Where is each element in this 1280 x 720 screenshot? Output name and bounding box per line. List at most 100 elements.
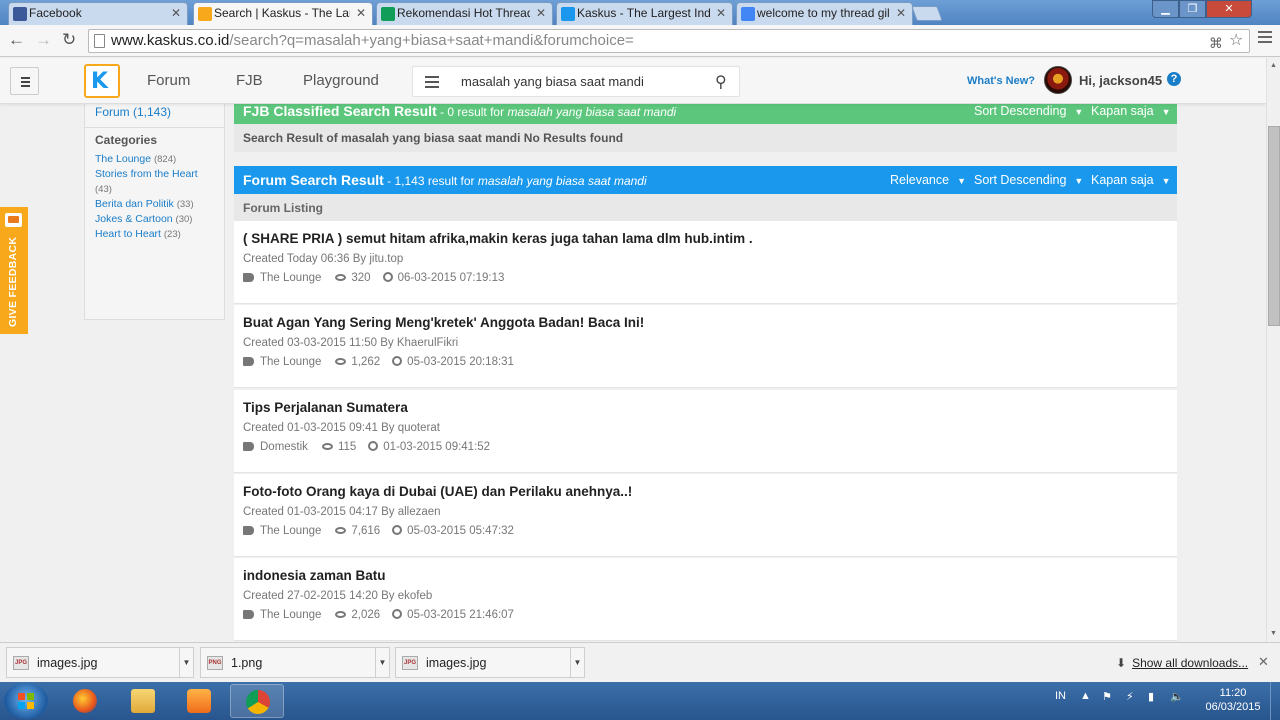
- thread-category[interactable]: Domestik: [260, 441, 308, 453]
- nav-playground[interactable]: Playground: [303, 72, 379, 89]
- chrome-taskbar-button[interactable]: [230, 684, 284, 718]
- usb-icon[interactable]: ⚡: [1126, 690, 1134, 703]
- category-name[interactable]: Berita dan Politik: [95, 198, 174, 210]
- thread-title-link[interactable]: indonesia zaman Batu: [243, 568, 386, 583]
- close-tab-icon[interactable]: ✕: [356, 6, 366, 20]
- search-input[interactable]: masalah yang biasa saat mandi ⚲: [412, 66, 740, 97]
- download-item[interactable]: JPG images.jpg ▼: [395, 647, 585, 678]
- bookmark-star-icon[interactable]: ☆: [1229, 30, 1243, 52]
- forum-time-dropdown[interactable]: Kapan saja ▼: [1091, 173, 1170, 187]
- category-item[interactable]: Heart to Heart (23): [95, 227, 220, 242]
- thread-views: 1,262: [351, 356, 381, 368]
- thread-title-link[interactable]: Tips Perjalanan Sumatera: [243, 400, 408, 415]
- web-page: K Forum FJB Playground masalah yang bias…: [0, 58, 1266, 642]
- forum-count-link[interactable]: Forum (1,143): [95, 105, 171, 119]
- show-desktop-button[interactable]: [1270, 682, 1280, 720]
- category-name[interactable]: Jokes & Cartoon: [95, 213, 173, 225]
- back-arrow-icon[interactable]: ←: [8, 30, 25, 50]
- thread-category[interactable]: The Lounge: [260, 525, 321, 537]
- thread-category[interactable]: The Lounge: [260, 609, 321, 621]
- category-count: (33): [176, 199, 194, 210]
- close-tab-icon[interactable]: ✕: [896, 6, 906, 20]
- language-indicator[interactable]: IN: [1055, 690, 1066, 702]
- search-icon[interactable]: ⚲: [715, 72, 727, 92]
- scroll-thumb[interactable]: [1268, 126, 1280, 326]
- caret-down-icon: ▼: [1074, 176, 1084, 186]
- fjb-sub-query: masalah yang biasa saat mandi: [507, 105, 677, 119]
- give-feedback-tab[interactable]: GIVE FEEDBACK: [0, 207, 28, 334]
- minimize-button[interactable]: ▁: [1152, 0, 1179, 18]
- close-window-button[interactable]: ✕: [1206, 0, 1252, 18]
- avatar[interactable]: [1044, 66, 1072, 94]
- category-item[interactable]: Jokes & Cartoon (30): [95, 212, 220, 227]
- explorer-taskbar-button[interactable]: [116, 684, 170, 718]
- action-center-icon[interactable]: ⚑: [1102, 690, 1112, 703]
- thread-title-link[interactable]: Foto-foto Orang kaya di Dubai (UAE) dan …: [243, 484, 632, 499]
- caret-down-icon[interactable]: ▼: [375, 648, 389, 677]
- thread-created: Created 03-03-2015 11:50 By KhaerulFikri: [243, 337, 459, 349]
- tray-expand-icon[interactable]: ▲: [1080, 690, 1091, 702]
- show-all-downloads-link[interactable]: ⬇ Show all downloads...: [1116, 656, 1248, 670]
- whats-new-link[interactable]: What's New?: [967, 75, 1035, 87]
- caret-down-icon[interactable]: ▼: [179, 648, 193, 677]
- help-icon[interactable]: ?: [1167, 72, 1181, 86]
- menu-icon[interactable]: [10, 67, 39, 95]
- close-tab-icon[interactable]: ✕: [536, 6, 546, 20]
- tab-google[interactable]: welcome to my thread gil ✕: [736, 2, 913, 25]
- close-tab-icon[interactable]: ✕: [716, 6, 726, 20]
- category-item[interactable]: Berita dan Politik (33): [95, 197, 220, 212]
- tab-facebook[interactable]: Facebook ✕: [8, 2, 188, 25]
- close-tab-icon[interactable]: ✕: [171, 6, 181, 20]
- fjb-time-dropdown[interactable]: Kapan saja ▼: [1091, 104, 1170, 118]
- thread-title-link[interactable]: Buat Agan Yang Sering Meng'kretek' Anggo…: [243, 315, 644, 330]
- address-bar[interactable]: www.kaskus.co.id/search?q=masalah+yang+b…: [88, 29, 1250, 53]
- forum-result-title: Forum Search Result - 1,143 result for m…: [243, 172, 647, 188]
- new-tab-button[interactable]: [911, 6, 943, 21]
- reload-icon[interactable]: ↻: [62, 30, 76, 50]
- nav-forum[interactable]: Forum: [147, 72, 190, 89]
- close-downloads-icon[interactable]: ✕: [1258, 654, 1269, 670]
- forum-sub-query: masalah yang biasa saat mandi: [477, 174, 647, 188]
- system-clock[interactable]: 11:20 06/03/2015: [1198, 686, 1268, 714]
- user-greeting[interactable]: Hi, jackson45: [1079, 73, 1162, 88]
- category-count: (23): [163, 229, 181, 240]
- relevance-dropdown[interactable]: Relevance ▼: [890, 173, 966, 187]
- page-scrollbar[interactable]: ▲ ▼: [1266, 58, 1280, 642]
- scroll-up-icon[interactable]: ▲: [1270, 62, 1277, 69]
- nav-fjb[interactable]: FJB: [236, 72, 263, 89]
- tab-kaskus-home[interactable]: Kaskus - The Largest Indo ✕: [556, 2, 733, 25]
- jpg-file-icon: JPG: [402, 656, 418, 670]
- thread-title-link[interactable]: ( SHARE PRIA ) semut hitam afrika,makin …: [243, 231, 753, 246]
- category-name[interactable]: Stories from the Heart: [95, 168, 198, 180]
- feedback-label: GIVE FEEDBACK: [7, 236, 19, 327]
- forum-sort-dropdown[interactable]: Sort Descending ▼: [974, 173, 1083, 187]
- kaskus-logo[interactable]: K: [84, 64, 120, 98]
- maximize-button[interactable]: ❐: [1179, 0, 1206, 18]
- thread-category[interactable]: The Lounge: [260, 272, 321, 284]
- search-result-item: ( SHARE PRIA ) semut hitam afrika,makin …: [234, 221, 1177, 304]
- download-item[interactable]: PNG 1.png ▼: [200, 647, 390, 678]
- chrome-menu-icon[interactable]: [1258, 31, 1272, 46]
- search-filter-sidebar: Forum (1,143) Categories The Lounge (824…: [84, 98, 225, 320]
- network-icon[interactable]: ▮: [1148, 690, 1154, 703]
- download-item[interactable]: JPG images.jpg ▼: [6, 647, 194, 678]
- volume-icon[interactable]: 🔈: [1170, 690, 1184, 703]
- category-item[interactable]: Stories from the Heart (43): [95, 167, 220, 197]
- tab-kaskus-search[interactable]: Search | Kaskus - The Larg ✕: [193, 2, 373, 26]
- forward-arrow-icon[interactable]: →: [35, 30, 52, 50]
- translate-icon[interactable]: ⌘: [1209, 32, 1223, 54]
- forum-time-label: Kapan saja: [1091, 173, 1154, 187]
- category-item[interactable]: The Lounge (824): [95, 152, 220, 167]
- downloads-bar: JPG images.jpg ▼ PNG 1.png ▼ JPG images.…: [0, 642, 1280, 682]
- firefox-taskbar-button[interactable]: [58, 684, 112, 718]
- caret-down-icon[interactable]: ▼: [570, 648, 584, 677]
- search-options-icon[interactable]: [425, 76, 439, 91]
- start-button[interactable]: [4, 683, 48, 719]
- thread-category[interactable]: The Lounge: [260, 356, 321, 368]
- scroll-down-icon[interactable]: ▼: [1270, 630, 1277, 637]
- tab-rekomendasi[interactable]: Rekomendasi Hot Thread ✕: [376, 2, 553, 25]
- fjb-sort-dropdown[interactable]: Sort Descending ▼: [974, 104, 1083, 118]
- media-player-taskbar-button[interactable]: [172, 684, 226, 718]
- category-name[interactable]: Heart to Heart: [95, 228, 161, 240]
- category-name[interactable]: The Lounge: [95, 153, 151, 165]
